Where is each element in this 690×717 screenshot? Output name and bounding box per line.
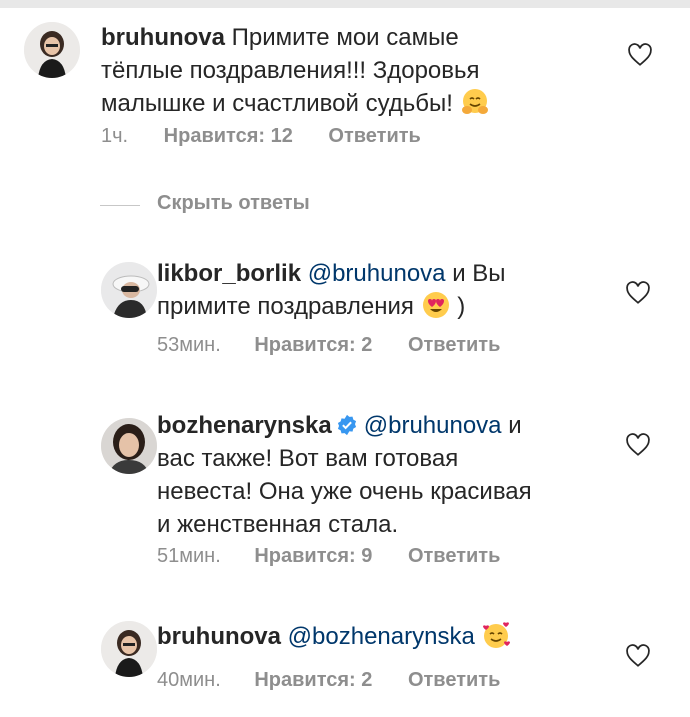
comment-meta: 1ч. Нравится: 12 Ответить (101, 125, 421, 148)
likes-count[interactable]: Нравится: 9 (254, 545, 372, 567)
heart-eyes-emoji-icon (421, 290, 451, 320)
reply-line: вас также! Вот вам готовая (157, 445, 459, 472)
reply-button[interactable]: Ответить (408, 334, 500, 356)
top-divider (0, 0, 690, 8)
timestamp: 40мин. (157, 669, 221, 691)
reply-text: bozhenarynska @bruhunova и вас также! Вот… (157, 409, 597, 541)
mention-link[interactable]: @bruhunova (308, 260, 446, 287)
reply-line: и (508, 412, 522, 439)
reply-meta: 51мин. Нравится: 9 Ответить (157, 545, 500, 568)
reply-text: bruhunova @bozhenarynska (157, 620, 597, 653)
like-heart-icon[interactable] (625, 280, 651, 306)
smiling-face-with-hearts-emoji-icon (481, 620, 511, 650)
likes-count[interactable]: Нравится: 12 (164, 125, 293, 147)
reply-meta: 53мин. Нравится: 2 Ответить (157, 334, 500, 357)
reply-button[interactable]: Ответить (328, 125, 420, 147)
avatar[interactable] (24, 22, 80, 78)
comment-line: Примите мои самые (231, 24, 459, 51)
comment-line: тёплые поздравления!!! Здоровья (101, 57, 480, 84)
reply-line: примите поздравления (157, 293, 414, 320)
avatar[interactable] (101, 418, 157, 474)
like-heart-icon[interactable] (625, 643, 651, 669)
hide-replies-button[interactable]: Скрыть ответы (157, 192, 310, 215)
reply-line: ) (457, 293, 466, 320)
likes-count[interactable]: Нравится: 2 (254, 669, 372, 691)
reply-text: likbor_borlik @bruhunova и Вы примите по… (157, 257, 577, 323)
comment-text: bruhunova Примите мои самые тёплые поздр… (101, 21, 571, 120)
username[interactable]: bruhunova (157, 623, 281, 650)
hide-replies-line (100, 205, 140, 206)
reply-button[interactable]: Ответить (408, 545, 500, 567)
verified-badge-icon (336, 412, 358, 436)
reply-line: невеста! Она уже очень красивая (157, 478, 532, 505)
username[interactable]: bruhunova (101, 24, 225, 51)
username[interactable]: likbor_borlik (157, 260, 301, 287)
like-heart-icon[interactable] (627, 42, 653, 68)
timestamp: 53мин. (157, 334, 221, 356)
username[interactable]: bozhenarynska (157, 412, 332, 439)
avatar[interactable] (101, 262, 157, 318)
comment-line: малышке и счастливой судьбы! (101, 90, 453, 117)
mention-link[interactable]: @bozhenarynska (288, 623, 475, 650)
reply-meta: 40мин. Нравится: 2 Ответить (157, 669, 500, 692)
likes-count[interactable]: Нравится: 2 (254, 334, 372, 356)
timestamp: 1ч. (101, 125, 129, 147)
reply-line: и Вы (452, 260, 506, 287)
hugging-face-emoji-icon (460, 87, 490, 117)
reply-line: и женственная стала. (157, 511, 399, 538)
reply-button[interactable]: Ответить (408, 669, 500, 691)
timestamp: 51мин. (157, 545, 221, 567)
mention-link[interactable]: @bruhunova (364, 412, 502, 439)
like-heart-icon[interactable] (625, 432, 651, 458)
avatar[interactable] (101, 621, 157, 677)
